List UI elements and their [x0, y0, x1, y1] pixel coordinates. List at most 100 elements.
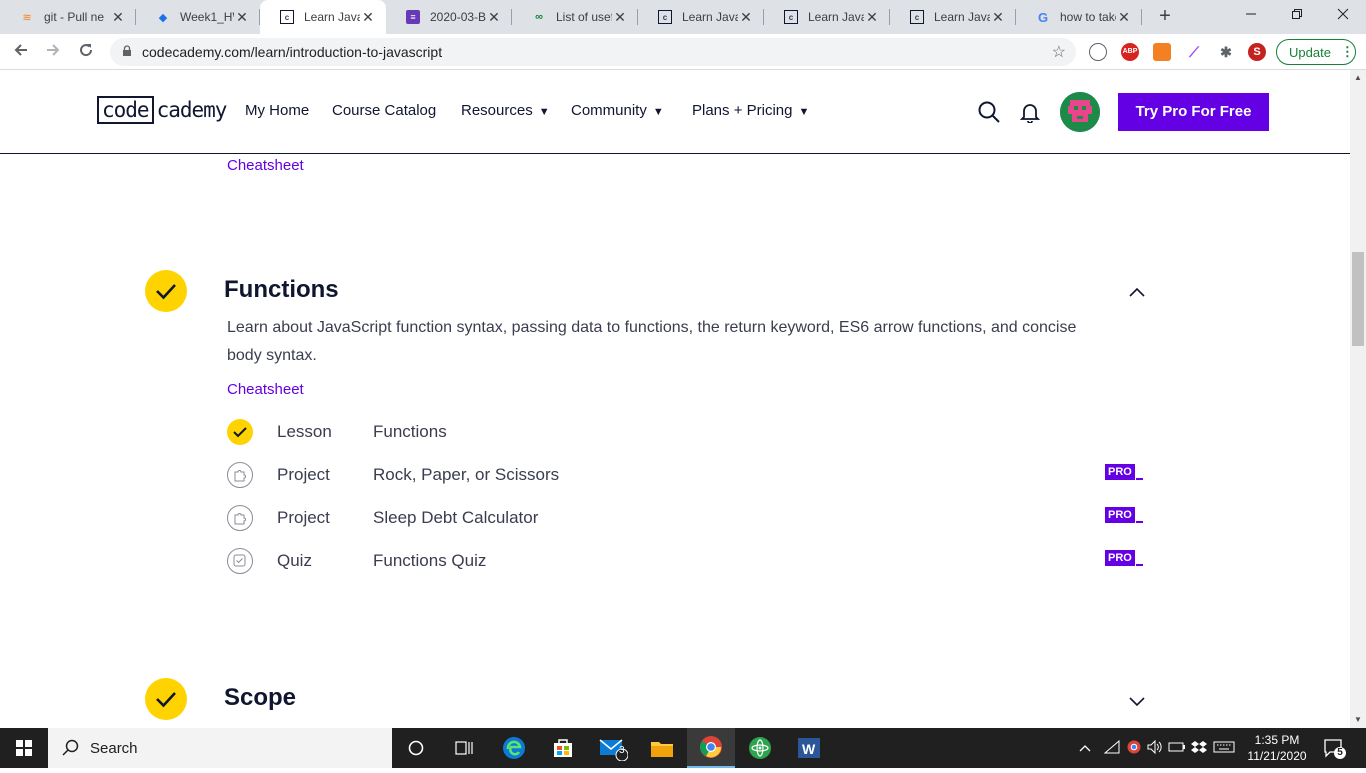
- address-bar[interactable]: codecademy.com/learn/introduction-to-jav…: [110, 38, 1076, 66]
- search-icon[interactable]: [977, 100, 1001, 124]
- nav-community[interactable]: Community ▼: [571, 102, 664, 119]
- bell-icon[interactable]: [1019, 101, 1041, 123]
- tab-git-pull[interactable]: ≋ git - Pull ne ✕: [0, 0, 136, 34]
- close-icon[interactable]: ✕: [738, 9, 754, 26]
- user-avatar[interactable]: [1060, 92, 1100, 132]
- module-title-functions[interactable]: Functions: [224, 276, 339, 304]
- new-tab-button[interactable]: +: [1153, 4, 1177, 28]
- action-center-icon[interactable]: 5: [1322, 736, 1346, 760]
- close-icon[interactable]: ✕: [110, 9, 126, 26]
- restore-button[interactable]: [1274, 0, 1320, 30]
- chevron-up-icon[interactable]: [1127, 282, 1147, 302]
- tab-learn-javascript-3[interactable]: c Learn JavaS ✕: [764, 0, 890, 34]
- nav-my-home[interactable]: My Home: [245, 102, 309, 119]
- dropbox-icon[interactable]: [1188, 740, 1210, 757]
- wifi-icon[interactable]: [1100, 739, 1124, 757]
- lock-icon: [122, 44, 132, 60]
- task-view-icon[interactable]: [440, 728, 488, 768]
- extension-circle-icon[interactable]: [1089, 43, 1107, 61]
- extension-orange-icon[interactable]: [1153, 43, 1171, 61]
- edge-browser-icon[interactable]: [490, 728, 538, 768]
- tab-list-of-useful[interactable]: ∞ List of usefu ✕: [512, 0, 638, 34]
- word-app-icon[interactable]: W: [785, 728, 833, 768]
- close-icon[interactable]: ✕: [234, 9, 250, 26]
- forward-button[interactable]: [41, 40, 65, 64]
- caret-down-icon: ▼: [538, 106, 550, 118]
- clock-time: 1:35 PM: [1254, 733, 1300, 747]
- chrome-tray-icon[interactable]: [1124, 740, 1144, 757]
- close-icon[interactable]: ✕: [360, 9, 376, 26]
- tab-learn-javascript-4[interactable]: c Learn JavaS ✕: [890, 0, 1016, 34]
- tab-title: Week1_HW: [180, 10, 234, 24]
- scroll-down-arrow-icon[interactable]: ▼: [1350, 712, 1366, 728]
- update-label: Update: [1289, 44, 1331, 60]
- google-icon: G: [1037, 9, 1049, 25]
- chevron-down-icon[interactable]: [1127, 691, 1147, 711]
- puzzle-extensions-icon[interactable]: ✱: [1217, 43, 1235, 61]
- caret-down-icon: ▼: [652, 106, 664, 118]
- keyboard-icon[interactable]: [1210, 741, 1238, 756]
- microsoft-store-icon[interactable]: [539, 728, 587, 768]
- codecademy-icon: c: [910, 10, 924, 24]
- close-icon[interactable]: ✕: [990, 9, 1006, 26]
- bookmark-star-icon[interactable]: ☆: [1052, 42, 1066, 62]
- browser-tab-strip: ≋ git - Pull ne ✕ ◆ Week1_HW ✕ c Learn J…: [0, 0, 1366, 34]
- nav-label: Plans + Pricing: [692, 102, 793, 119]
- reload-icon: [80, 44, 93, 57]
- file-explorer-icon[interactable]: [638, 728, 686, 768]
- chrome-update-button[interactable]: Update ⋮: [1276, 39, 1356, 65]
- start-button[interactable]: [0, 728, 48, 768]
- cortana-circle-icon[interactable]: [392, 728, 440, 768]
- try-pro-button[interactable]: Try Pro For Free: [1118, 93, 1269, 131]
- chrome-icon[interactable]: [687, 728, 735, 768]
- mail-icon[interactable]: 3: [589, 728, 637, 768]
- battery-icon[interactable]: [1166, 741, 1188, 756]
- close-icon[interactable]: ✕: [1116, 9, 1132, 26]
- taskbar-clock[interactable]: 1:35 PM 11/21/2020: [1240, 732, 1314, 764]
- feather-pen-icon[interactable]: ⟋: [1185, 43, 1203, 61]
- close-icon[interactable]: ✕: [486, 9, 502, 26]
- list-item-project-rock-paper-scissors[interactable]: Project Rock, Paper, or Scissors PRO: [227, 461, 1147, 489]
- list-item-project-sleep-debt[interactable]: Project Sleep Debt Calculator PRO: [227, 504, 1147, 532]
- close-icon[interactable]: ✕: [864, 9, 880, 26]
- page-scrollbar[interactable]: ▲ ▼: [1350, 70, 1366, 728]
- scroll-up-arrow-icon[interactable]: ▲: [1350, 70, 1366, 86]
- previous-cheatsheet-link[interactable]: Cheatsheet: [227, 157, 304, 174]
- tab-learn-javascript-active[interactable]: c Learn JavaS ✕: [260, 0, 386, 34]
- volume-icon[interactable]: [1144, 739, 1166, 757]
- back-button[interactable]: [9, 40, 33, 64]
- list-item-quiz-functions[interactable]: Quiz Functions Quiz PRO: [227, 547, 1147, 575]
- minimize-button[interactable]: [1228, 0, 1274, 30]
- mail-badge-count: 3: [619, 745, 625, 756]
- reload-button[interactable]: [74, 40, 98, 64]
- item-name: Sleep Debt Calculator: [373, 508, 539, 527]
- adblock-icon[interactable]: ABP: [1121, 43, 1139, 61]
- logo-boxed-text: code: [97, 96, 154, 124]
- nav-resources[interactable]: Resources ▼: [461, 102, 550, 119]
- page-content: code cademy My Home Course Catalog Resou…: [0, 70, 1350, 728]
- atom-app-icon[interactable]: [736, 728, 784, 768]
- functions-cheatsheet-link[interactable]: Cheatsheet: [227, 381, 304, 398]
- codecademy-logo[interactable]: code cademy: [97, 96, 227, 124]
- tab-how-to-take[interactable]: G how to take ✕: [1016, 0, 1142, 34]
- item-name: Functions Quiz: [373, 551, 487, 570]
- module-title-scope[interactable]: Scope: [224, 684, 296, 712]
- show-hidden-icons-chevron-icon[interactable]: [1076, 741, 1094, 756]
- profile-avatar[interactable]: S: [1248, 43, 1266, 61]
- scroll-thumb[interactable]: [1352, 252, 1364, 346]
- forward-arrow-icon: [47, 44, 60, 56]
- tab-2020-03-bo[interactable]: ≡ 2020-03-Bo ✕: [386, 0, 512, 34]
- close-window-button[interactable]: [1320, 0, 1366, 30]
- tab-learn-javascript-2[interactable]: c Learn JavaS ✕: [638, 0, 764, 34]
- tab-week1-hw[interactable]: ◆ Week1_HW ✕: [136, 0, 260, 34]
- nav-course-catalog[interactable]: Course Catalog: [332, 102, 436, 119]
- module-complete-check-icon: [145, 678, 187, 720]
- codecademy-icon: c: [658, 10, 672, 24]
- windows-logo-icon: [16, 740, 32, 756]
- pixel-avatar-icon: [1060, 92, 1100, 132]
- site-header: code cademy My Home Course Catalog Resou…: [0, 70, 1350, 154]
- nav-plans-pricing[interactable]: Plans + Pricing ▼: [692, 102, 809, 119]
- close-icon[interactable]: ✕: [612, 9, 628, 26]
- list-item-lesson-functions[interactable]: Lesson Functions: [227, 418, 1147, 446]
- taskbar-search-box[interactable]: Search: [48, 728, 392, 768]
